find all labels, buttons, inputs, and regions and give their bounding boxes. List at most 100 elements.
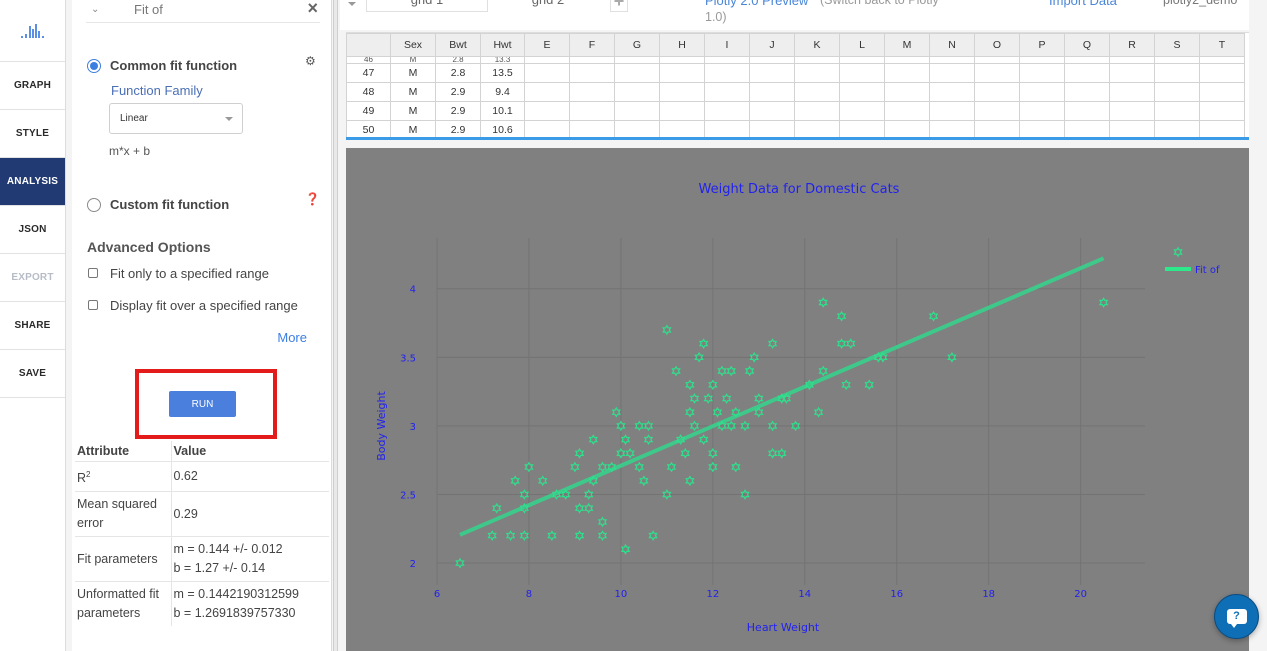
nav-share[interactable]: SHARE bbox=[0, 302, 65, 350]
grid-cell[interactable] bbox=[884, 82, 930, 102]
grid-cell[interactable] bbox=[1199, 63, 1245, 83]
column-header[interactable]: Hwt bbox=[480, 33, 525, 57]
grid-cell[interactable] bbox=[749, 82, 795, 102]
chart-area[interactable]: 6 8 10 12 14 16 18 20 2 2.5 3 3.5 4 Weight Data for … bbox=[346, 148, 1249, 651]
tabs-dropdown-caret-icon[interactable] bbox=[348, 2, 356, 6]
column-header[interactable]: O bbox=[974, 33, 1020, 57]
nav-save[interactable]: SAVE bbox=[0, 350, 65, 398]
column-header[interactable]: J bbox=[749, 33, 795, 57]
grid-cell[interactable] bbox=[704, 56, 750, 64]
data-grid[interactable]: Sex Bwt Hwt E F G H I J K L M N O P Q R S T 46 M 2.8 13.3 47 M 2… bbox=[346, 32, 1249, 140]
grid-cell[interactable] bbox=[569, 101, 615, 121]
column-header[interactable]: Q bbox=[1064, 33, 1110, 57]
grid-cell[interactable] bbox=[839, 56, 885, 64]
nav-graph[interactable]: GRAPH bbox=[0, 62, 65, 110]
grid-cell[interactable] bbox=[524, 56, 570, 64]
grid-cell[interactable]: 2.8 bbox=[435, 56, 481, 64]
grid-cell[interactable] bbox=[659, 56, 705, 64]
grid-cell[interactable] bbox=[614, 82, 660, 102]
grid-cell[interactable] bbox=[1109, 82, 1155, 102]
grid-cell[interactable]: M bbox=[390, 63, 436, 83]
grid-cell[interactable]: M bbox=[390, 56, 436, 64]
grid-cell[interactable] bbox=[974, 56, 1020, 64]
grid-cell[interactable] bbox=[1019, 101, 1065, 121]
grid-cell[interactable] bbox=[794, 101, 840, 121]
column-header[interactable]: E bbox=[524, 33, 570, 57]
grid-cell[interactable] bbox=[794, 56, 840, 64]
grid-cell[interactable] bbox=[569, 63, 615, 83]
column-header[interactable]: G bbox=[614, 33, 660, 57]
grid-cell[interactable] bbox=[704, 82, 750, 102]
grid-cell[interactable] bbox=[974, 82, 1020, 102]
grid-cell[interactable] bbox=[1154, 101, 1200, 121]
grid-cell[interactable] bbox=[794, 63, 840, 83]
grid-cell[interactable] bbox=[884, 56, 930, 64]
panel-resize-handle[interactable] bbox=[333, 0, 338, 651]
grid-cell[interactable] bbox=[569, 56, 615, 64]
column-header[interactable]: M bbox=[884, 33, 930, 57]
grid-cell[interactable]: 2.9 bbox=[435, 82, 481, 102]
grid-cell[interactable] bbox=[614, 56, 660, 64]
column-header[interactable]: N bbox=[929, 33, 975, 57]
column-header[interactable] bbox=[346, 33, 391, 57]
display-range-checkbox[interactable] bbox=[88, 300, 98, 310]
more-link[interactable]: More bbox=[277, 330, 307, 345]
grid-cell[interactable]: M bbox=[390, 101, 436, 121]
column-header[interactable]: S bbox=[1154, 33, 1200, 57]
chevron-down-icon[interactable]: ⌄ bbox=[91, 4, 99, 15]
import-data-link[interactable]: Import Data bbox=[1049, 0, 1117, 8]
grid-cell[interactable]: 2.9 bbox=[435, 101, 481, 121]
nav-analysis[interactable]: ANALYSIS bbox=[0, 158, 65, 206]
grid-cell[interactable] bbox=[929, 82, 975, 102]
help-chat-button[interactable]: ? bbox=[1214, 594, 1259, 639]
column-header[interactable]: L bbox=[839, 33, 885, 57]
column-header[interactable]: P bbox=[1019, 33, 1065, 57]
grid-cell[interactable]: 9.4 bbox=[480, 82, 525, 102]
grid-cell[interactable]: M bbox=[390, 82, 436, 102]
column-header[interactable]: R bbox=[1109, 33, 1155, 57]
grid-cell[interactable] bbox=[524, 82, 570, 102]
grid-cell[interactable] bbox=[704, 63, 750, 83]
grid-cell[interactable] bbox=[614, 63, 660, 83]
tab-grid-2[interactable]: grid 2 bbox=[488, 0, 608, 12]
run-button[interactable]: RUN bbox=[169, 391, 236, 417]
grid-cell[interactable] bbox=[749, 101, 795, 121]
grid-cell[interactable] bbox=[524, 63, 570, 83]
add-tab-button[interactable]: + bbox=[610, 0, 628, 12]
nav-export[interactable]: EXPORT bbox=[0, 254, 65, 302]
grid-cell[interactable] bbox=[974, 63, 1020, 83]
close-icon[interactable]: × bbox=[307, 0, 318, 19]
gear-icon[interactable]: ⚙ bbox=[305, 54, 316, 68]
legend-fit-label[interactable]: Fit of bbox=[1195, 265, 1220, 276]
grid-cell[interactable] bbox=[1064, 82, 1110, 102]
grid-cell[interactable] bbox=[1199, 56, 1245, 64]
grid-cell[interactable] bbox=[1064, 63, 1110, 83]
grid-cell[interactable]: 46 bbox=[346, 56, 391, 64]
column-header[interactable]: T bbox=[1199, 33, 1245, 57]
grid-cell[interactable] bbox=[614, 101, 660, 121]
grid-cell[interactable] bbox=[749, 56, 795, 64]
grid-cell[interactable]: 2.8 bbox=[435, 63, 481, 83]
grid-cell[interactable] bbox=[1154, 82, 1200, 102]
column-header[interactable]: I bbox=[704, 33, 750, 57]
grid-cell[interactable] bbox=[1109, 56, 1155, 64]
grid-cell[interactable] bbox=[1019, 82, 1065, 102]
help-circle-icon[interactable]: ❓ bbox=[305, 192, 320, 206]
switch-back-link-cont[interactable]: 1.0) bbox=[705, 10, 727, 24]
grid-cell[interactable] bbox=[704, 101, 750, 121]
column-header[interactable]: Sex bbox=[390, 33, 436, 57]
fit-range-checkbox[interactable] bbox=[88, 268, 98, 278]
grid-cell[interactable] bbox=[569, 82, 615, 102]
grid-cell[interactable] bbox=[929, 101, 975, 121]
column-header[interactable]: K bbox=[794, 33, 840, 57]
grid-cell[interactable] bbox=[1019, 63, 1065, 83]
grid-cell[interactable] bbox=[659, 63, 705, 83]
grid-cell[interactable] bbox=[524, 101, 570, 121]
grid-cell[interactable] bbox=[1064, 56, 1110, 64]
grid-cell[interactable] bbox=[1154, 56, 1200, 64]
grid-cell[interactable]: 13.3 bbox=[480, 56, 525, 64]
plotly-2-preview-link[interactable]: Plotly 2.0 Preview bbox=[705, 0, 808, 8]
grid-cell[interactable]: 49 bbox=[346, 101, 391, 121]
grid-cell[interactable] bbox=[884, 63, 930, 83]
grid-cell[interactable] bbox=[1109, 63, 1155, 83]
